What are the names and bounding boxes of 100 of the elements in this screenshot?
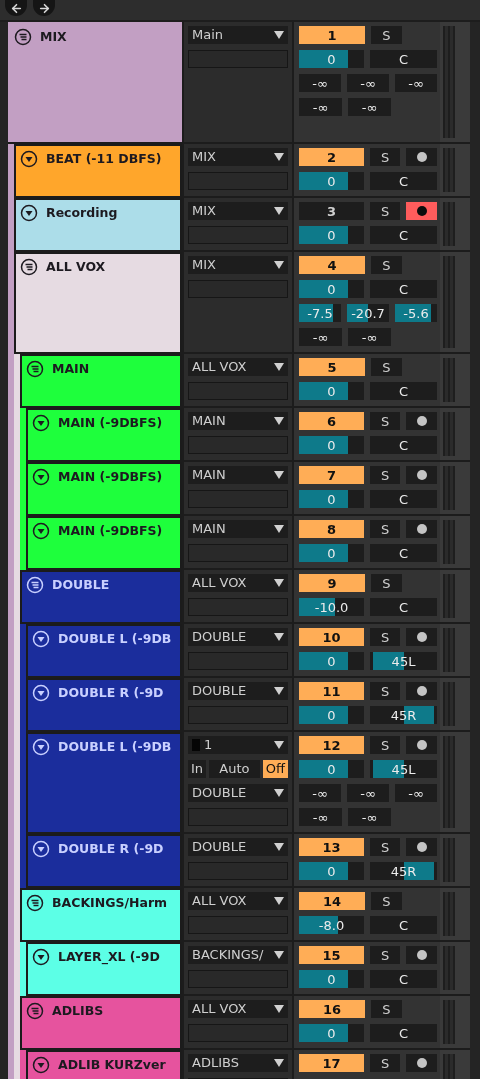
group-fold-icon[interactable] [20,258,38,276]
track-activator-button[interactable]: 16 [299,1000,365,1018]
send-field[interactable]: -∞ [347,74,389,92]
solo-button[interactable]: S [369,520,401,538]
pan-field[interactable]: C [370,490,437,508]
track-activator-button[interactable]: 17 [299,1054,364,1072]
volume-field[interactable]: 0 [299,862,364,880]
volume-field[interactable]: 0 [299,172,364,190]
pan-field[interactable]: 45L [370,652,437,670]
solo-button[interactable]: S [369,946,401,964]
output-dropdown[interactable]: MAIN [188,520,288,538]
solo-button[interactable]: S [369,838,401,856]
track-header[interactable]: MAIN [20,354,182,406]
track-header[interactable]: MAIN (-9DBFS) [26,462,182,514]
back-button[interactable] [5,0,27,16]
output-dropdown[interactable]: DOUBLE [188,682,288,700]
track-header[interactable]: BEAT (-11 DBFS) [14,144,182,196]
track-header[interactable]: LAYER_XL (-9D [26,942,182,994]
pan-field[interactable]: 45L [370,760,437,778]
output-dropdown[interactable]: MIX [188,202,288,220]
solo-button[interactable]: S [369,148,401,166]
track-activator-button[interactable]: 1 [299,26,365,44]
volume-field[interactable]: 0 [299,490,364,508]
track-header[interactable]: DOUBLE [20,570,182,622]
arm-button[interactable] [406,1054,437,1072]
arm-button[interactable] [406,946,437,964]
solo-button[interactable]: S [371,574,402,592]
pan-field[interactable]: 45R [370,862,437,880]
track-activator-button[interactable]: 3 [299,202,364,220]
track-header[interactable]: ADLIB KURZver [26,1050,182,1079]
pan-field[interactable]: C [370,970,437,988]
volume-field[interactable]: 0 [299,1024,364,1042]
send-field[interactable]: -∞ [348,808,391,826]
solo-button[interactable]: S [369,736,401,754]
arm-button[interactable] [406,736,437,754]
send-field[interactable]: -∞ [347,784,389,802]
track-activator-button[interactable]: 8 [299,520,364,538]
track-header[interactable]: DOUBLE L (-9DB [26,624,182,676]
solo-button[interactable]: S [369,412,401,430]
arm-button[interactable] [406,838,437,856]
output-dropdown[interactable]: ALL VOX [188,574,288,592]
track-header[interactable]: DOUBLE L (-9DB [26,732,182,832]
output-dropdown[interactable]: DOUBLE [188,838,288,856]
monitor-button[interactable]: Off [262,760,288,778]
send-field[interactable]: -∞ [348,98,391,116]
solo-button[interactable]: S [369,628,401,646]
track-activator-button[interactable]: 4 [299,256,365,274]
track-activator-button[interactable]: 6 [299,412,364,430]
solo-button[interactable]: S [369,202,401,220]
arm-button[interactable] [406,682,437,700]
volume-field[interactable]: 0 [299,382,364,400]
track-header[interactable]: ADLIBS [20,996,182,1048]
track-activator-button[interactable]: 15 [299,946,364,964]
track-activator-button[interactable]: 7 [299,466,364,484]
output-dropdown[interactable]: BACKINGS/ [188,946,288,964]
track-header[interactable]: DOUBLE R (-9D [26,678,182,730]
track-activator-button[interactable]: 12 [299,736,364,754]
solo-button[interactable]: S [369,1054,401,1072]
track-activator-button[interactable]: 11 [299,682,364,700]
volume-field[interactable]: -8.0 [299,916,364,934]
send-field[interactable]: -∞ [299,98,342,116]
track-header[interactable]: ALL VOX [14,252,182,352]
pan-field[interactable]: C [370,382,437,400]
output-dropdown[interactable]: ALL VOX [188,892,288,910]
monitor-button[interactable]: In [188,760,207,778]
pan-field[interactable]: C [370,916,437,934]
pan-field[interactable]: C [370,598,437,616]
output-dropdown[interactable]: MAIN [188,466,288,484]
track-activator-button[interactable]: 10 [299,628,364,646]
track-activator-button[interactable]: 5 [299,358,365,376]
arm-button[interactable] [406,466,437,484]
volume-field[interactable]: -10.0 [299,598,364,616]
volume-field[interactable]: 0 [299,280,364,298]
track-header[interactable]: MAIN (-9DBFS) [26,516,182,568]
track-header[interactable]: BACKINGS/Harm [20,888,182,940]
track-activator-button[interactable]: 9 [299,574,365,592]
send-field[interactable]: -∞ [299,784,341,802]
output-dropdown[interactable]: DOUBLE [188,784,288,802]
arm-button[interactable] [406,628,437,646]
pan-field[interactable]: C [370,544,437,562]
pan-field[interactable]: C [370,280,437,298]
output-dropdown[interactable]: ALL VOX [188,358,288,376]
output-dropdown[interactable]: MAIN [188,412,288,430]
pan-field[interactable]: C [370,226,437,244]
send-field[interactable]: -7.5 [299,304,341,322]
solo-button[interactable]: S [371,26,402,44]
track-activator-button[interactable]: 14 [299,892,365,910]
output-dropdown[interactable]: MIX [188,256,288,274]
pan-field[interactable]: C [370,50,437,68]
send-field[interactable]: -5.6 [395,304,437,322]
solo-button[interactable]: S [369,466,401,484]
output-dropdown[interactable]: MIX [188,148,288,166]
forward-button[interactable] [33,0,55,16]
output-dropdown[interactable]: Main [188,26,288,44]
output-dropdown[interactable]: ALL VOX [188,1000,288,1018]
volume-field[interactable]: 0 [299,50,364,68]
send-field[interactable]: -∞ [395,784,437,802]
volume-field[interactable]: 0 [299,760,364,778]
track-header[interactable]: DOUBLE R (-9D [26,834,182,886]
send-field[interactable]: -∞ [348,328,391,346]
